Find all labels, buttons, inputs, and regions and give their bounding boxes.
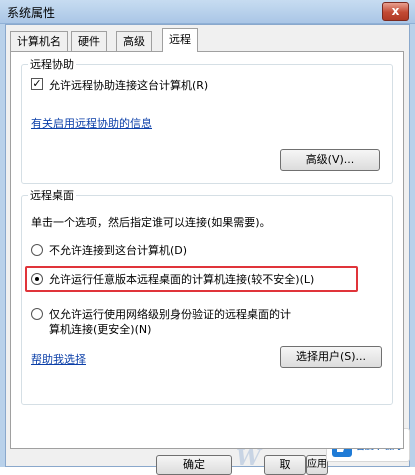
dialog-client: 计算机名 硬件 高级 远程 远程协助 ✓ 允许远程协助连接这台计算机(R) 有关…	[5, 24, 410, 475]
remote-assistance-info-link[interactable]: 有关启用远程协助的信息	[31, 115, 152, 131]
allow-remote-assistance-label[interactable]: 允许远程协助连接这台计算机(R)	[49, 77, 208, 93]
radio-allow-any-version[interactable]	[31, 273, 43, 285]
remote-tab-panel: 远程协助 ✓ 允许远程协助连接这台计算机(R) 有关启用远程协助的信息 高级(V…	[10, 51, 404, 449]
radio-nla-only-label-line1[interactable]: 仅允许运行使用网络级别身份验证的远程桌面的计	[49, 306, 291, 322]
ok-button[interactable]: 确定	[156, 455, 232, 475]
close-button[interactable]: x	[382, 2, 409, 21]
advanced-button[interactable]: 高级(V)...	[280, 149, 380, 171]
tab-advanced[interactable]: 高级	[116, 31, 152, 51]
radio-deny-connections-label[interactable]: 不允许连接到这台计算机(D)	[49, 242, 187, 258]
select-users-button[interactable]: 选择用户(S)...	[280, 346, 382, 368]
close-icon: x	[391, 4, 400, 18]
tab-hardware[interactable]: 硬件	[71, 31, 107, 51]
tab-remote[interactable]: 远程	[162, 28, 198, 52]
radio-allow-any-version-label[interactable]: 允许运行任意版本远程桌面的计算机连接(较不安全)(L)	[49, 271, 314, 287]
apply-button[interactable]: 应用	[306, 455, 328, 475]
tab-computer-name[interactable]: 计算机名	[10, 31, 68, 51]
group-title-remote-desktop: 远程桌面	[28, 187, 76, 203]
remote-desktop-instruction: 单击一个选项，然后指定谁可以连接(如果需要)。	[31, 216, 271, 229]
dialog-frame: 系统属性 x 计算机名 硬件 高级 远程 远程协助 ✓ 允许远程协助连接这台计算…	[0, 0, 415, 475]
help-me-choose-link[interactable]: 帮助我选择	[31, 351, 86, 367]
title-bar: 系统属性 x	[0, 0, 415, 24]
cancel-button[interactable]: 取	[264, 455, 306, 475]
window-title: 系统属性	[7, 6, 56, 20]
radio-deny-connections[interactable]	[31, 244, 43, 256]
remote-desktop-group: 远程桌面 单击一个选项，然后指定谁可以连接(如果需要)。 不允许连接到这台计算机…	[21, 187, 393, 405]
allow-remote-assistance-checkbox[interactable]: ✓	[31, 78, 43, 90]
group-title-remote-assistance: 远程协助	[28, 56, 76, 72]
remote-assistance-group: 远程协助 ✓ 允许远程协助连接这台计算机(R) 有关启用远程协助的信息 高级(V…	[21, 56, 393, 184]
radio-nla-only[interactable]	[31, 308, 43, 320]
radio-nla-only-label-line2[interactable]: 算机连接(更安全)(N)	[49, 321, 151, 337]
